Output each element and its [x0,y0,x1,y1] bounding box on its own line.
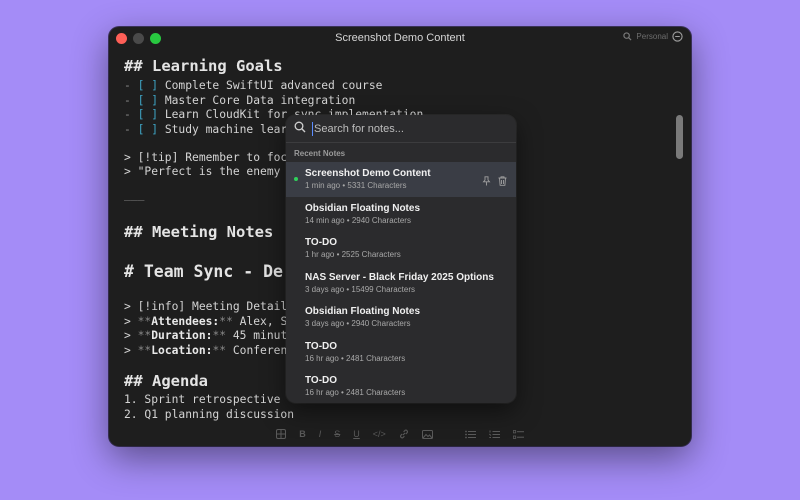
quote-marker: > [124,329,138,342]
list-marker: - [124,122,138,136]
workspace-label[interactable]: Personal [636,32,668,41]
editor-scrollbar[interactable] [676,115,683,159]
code-button[interactable]: </> [373,429,386,439]
close-button[interactable] [116,33,127,44]
list-marker: - [124,79,138,92]
bold-marker: ** [137,329,152,342]
heading-learning-goals: ## Learning Goals [124,57,283,75]
note-title: TO-DO [305,237,338,249]
strikethrough-button[interactable]: S [334,429,340,439]
blockquote-line: > "Perfect is the enemy of [124,165,301,178]
link-icon[interactable] [399,429,409,439]
detail-line: > **Attendees:** Alex, Sar [124,315,301,328]
agenda-item: 2. Q1 planning discussion [124,407,295,421]
minimize-button[interactable] [133,33,144,44]
checkbox[interactable]: [ ] [138,123,158,136]
bold-marker: ** [212,329,227,342]
note-title: Obsidian Floating Notes [305,202,421,214]
horizontal-rule: ___ [124,188,145,201]
quote-marker: > [124,314,138,328]
bold-marker: ** [137,314,152,328]
search-icon[interactable] [623,32,632,41]
underline-button[interactable]: U [353,429,360,439]
note-meta: 3 days ago • 2940 Characters [305,319,411,329]
note-meta: 14 min ago • 2940 Characters [305,215,411,225]
search-icon [294,120,306,138]
table-icon[interactable] [276,429,287,439]
detail-key: Location: [151,343,213,357]
bold-marker: ** [137,343,152,357]
detail-line: > **Duration:** 45 minutes [124,329,301,342]
note-meta: 1 hr ago • 2525 Characters [305,250,401,260]
note-item[interactable]: Obsidian Floating Notes 3 days ago • 294… [286,300,516,335]
title-bar: Screenshot Demo Content Personal [109,27,691,49]
list-marker: - [124,108,138,121]
callout-tip: > [!tip] Remember to focus [124,150,301,164]
italic-button[interactable]: I [319,429,322,439]
bold-marker: ** [212,343,227,357]
note-search-input[interactable] [312,121,496,136]
note-title: TO-DO [305,340,338,352]
formatting-toolbar: B I S U </> [109,422,691,446]
checkbox[interactable]: [ ] [138,94,158,107]
search-row [286,115,516,143]
note-actions [482,173,507,191]
heading-meeting-notes: ## Meeting Notes [124,223,274,241]
title-right-controls: Personal [623,31,683,42]
task-line: - [ ] Study machine learni [124,123,301,136]
zoom-button[interactable] [150,33,161,44]
detail-key: Attendees: [151,314,220,328]
numbered-list-icon[interactable] [488,430,500,439]
checklist-icon[interactable] [512,429,524,439]
active-indicator-icon [294,177,298,181]
note-item[interactable]: Screenshot Demo Content 1 min ago • 5331… [286,162,516,197]
bullet-list-icon[interactable] [464,430,476,439]
callout-info: > [!info] Meeting Details [124,300,295,313]
checkbox[interactable]: [ ] [138,108,158,121]
note-meta: 3 days ago • 15499 Characters [305,284,415,294]
quote-marker: > [124,343,138,357]
detail-key: Duration: [151,329,213,342]
task-text: Master Core Data integration [158,93,356,107]
note-item[interactable]: TO-DO 16 hr ago • 2481 Characters [286,335,516,370]
heading-team-sync: # Team Sync - De [124,262,283,281]
note-item[interactable]: TO-DO 1 hr ago • 2525 Characters [286,231,516,266]
task-line: - [ ] Complete SwiftUI advanced course [124,79,382,92]
task-text: Complete SwiftUI advanced course [158,79,383,92]
note-meta: 16 hr ago • 2481 Characters [305,388,406,398]
note-title: Obsidian Floating Notes [305,306,421,318]
note-item[interactable]: Obsidian Floating Notes 14 min ago • 294… [286,197,516,232]
task-line: - [ ] Master Core Data integration [124,94,355,107]
trash-icon[interactable] [498,173,507,191]
recent-notes-label: Recent Notes [294,149,346,158]
agenda-item: 1. Sprint retrospective [124,393,281,406]
window-controls [116,33,161,44]
window-title: Screenshot Demo Content [335,32,465,44]
bold-marker: ** [219,314,233,328]
task-text: Study machine learni [158,122,301,136]
checkbox[interactable]: [ ] [138,79,158,92]
list-marker: - [124,93,138,107]
pin-icon[interactable] [482,173,491,191]
note-meta: 16 hr ago • 2481 Characters [305,353,406,363]
note-item[interactable]: TO-DO 16 hr ago • 2481 Characters [286,369,516,403]
note-title: TO-DO [305,375,338,387]
quick-switcher-popup: Recent Notes Screenshot Demo Content 1 m… [286,115,516,403]
detail-line: > **Location:** Conference [124,344,301,357]
image-icon[interactable] [421,429,433,439]
note-item[interactable]: NAS Server - Black Friday 2025 Options 3… [286,266,516,301]
heading-agenda: ## Agenda [124,372,208,390]
note-title: NAS Server - Black Friday 2025 Options [305,271,494,283]
menu-circle-icon[interactable] [672,31,683,42]
bold-button[interactable]: B [299,429,306,439]
